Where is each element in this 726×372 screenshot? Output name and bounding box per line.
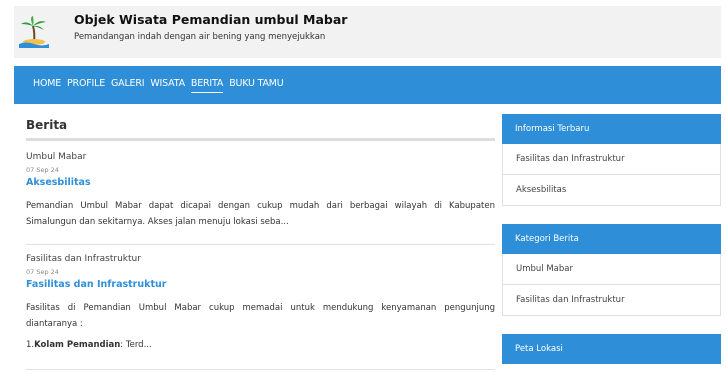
list-bold-text: Kolam Pemandian [34,340,121,350]
news-post: Fasilitas dan Infrastruktur 07 Sep 24 Fa… [26,254,495,352]
category-item-link[interactable]: Umbul Mabar [502,254,721,285]
panel-spacer [502,316,721,334]
nav-wisata[interactable]: WISATA [150,78,185,93]
post-excerpt: Pemandian Umbul Mabar dapat dicapai deng… [26,201,495,227]
nav-buku-tamu[interactable]: BUKU TAMU [229,78,284,93]
nav-galeri[interactable]: GALERI [111,78,145,93]
list-rest-text: : Terd... [120,340,152,350]
sidebar: Informasi Terbaru Fasilitas dan Infrastr… [502,114,721,364]
post-title-link[interactable]: Aksesbilitas [26,177,495,189]
post-divider [26,369,495,370]
post-date: 07 Sep 24 [26,268,59,276]
panel-spacer [502,206,721,224]
post-title-link[interactable]: Fasilitas dan Infrastruktur [26,279,495,291]
nav-home[interactable]: HOME [33,78,61,93]
news-section: Berita Umbul Mabar 07 Sep 24 Aksesbilita… [14,104,496,372]
post-category[interactable]: Fasilitas dan Infrastruktur [26,254,495,265]
section-divider [26,138,495,141]
nav-profile[interactable]: PROFILE [67,78,105,93]
latest-item-link[interactable]: Aksesbilitas [502,175,721,206]
post-date: 07 Sep 24 [26,166,59,174]
panel-heading-categories: Kategori Berita [502,224,721,254]
site-header: Objek Wisata Pemandian umbul Mabar Peman… [14,6,721,58]
main-navbar: HOME PROFILE GALERI WISATA BERITA BUKU T… [14,66,721,104]
news-post: Umbul Mabar 07 Sep 24 Aksesbilitas Peman… [26,152,495,230]
category-item-link[interactable]: Fasilitas dan Infrastruktur [502,285,721,316]
post-excerpt-list: 1.Kolam Pemandian: Terd... [26,338,495,352]
logo-icon[interactable] [19,16,49,48]
panel-heading-map: Peta Lokasi [502,334,721,364]
post-excerpt: Fasilitas di Pemandian Umbul Mabar cukup… [26,303,495,329]
post-divider [26,244,495,245]
section-title: Berita [26,118,68,132]
latest-item-link[interactable]: Fasilitas dan Infrastruktur [502,144,721,175]
nav-berita[interactable]: BERITA [190,78,223,93]
site-title: Objek Wisata Pemandian umbul Mabar [74,12,348,27]
panel-heading-latest: Informasi Terbaru [502,114,721,144]
list-prefix: 1. [26,340,35,350]
site-tagline: Pemandangan indah dengan air bening yang… [74,32,326,42]
post-category[interactable]: Umbul Mabar [26,152,495,163]
